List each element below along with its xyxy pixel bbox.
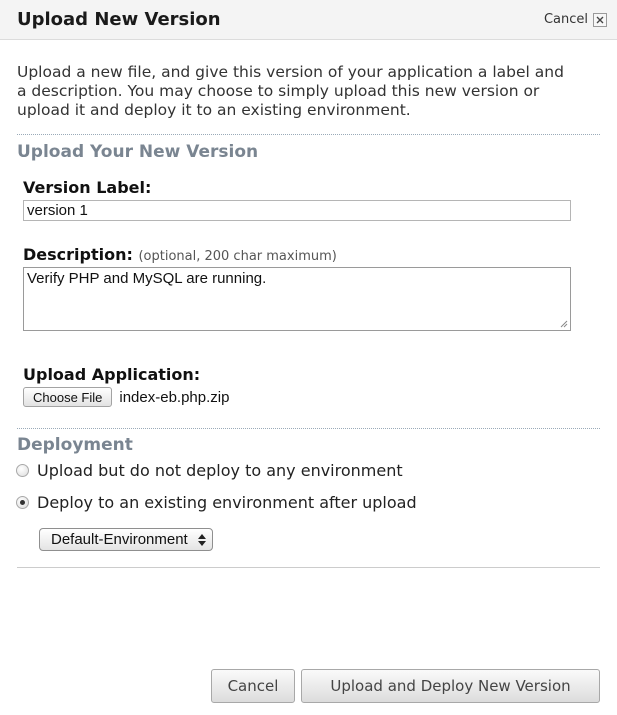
choose-file-button[interactable]: Choose File <box>23 387 113 407</box>
cancel-link-label: Cancel <box>543 12 588 27</box>
divider <box>17 428 600 429</box>
deployment-heading: Deployment <box>17 435 133 455</box>
cancel-link[interactable]: Cancel <box>544 12 607 27</box>
version-label-input[interactable]: version 1 <box>23 200 571 221</box>
dialog-title: Upload New Version <box>17 9 221 30</box>
radio-unselected-icon[interactable] <box>16 464 29 477</box>
description-textarea[interactable]: Verify PHP and MySQL are running. <box>23 267 571 331</box>
version-label-label: Version Label: <box>17 178 600 197</box>
upload-deploy-button[interactable]: Upload and Deploy New Version <box>301 669 600 703</box>
dialog-titlebar: Upload New Version Cancel <box>0 0 617 40</box>
environment-select-value: Default-Environment <box>51 531 188 548</box>
dialog-content: Upload a new file, and give this version… <box>0 63 617 568</box>
file-upload-row: Choose File index-eb.php.zip <box>23 387 600 407</box>
cancel-button[interactable]: Cancel <box>211 669 295 703</box>
radio-dot <box>20 500 25 505</box>
upload-section-heading: Upload Your New Version <box>17 142 259 162</box>
upload-application-label: Upload Application: <box>17 365 600 384</box>
description-label-text: Description: <box>23 245 133 264</box>
resize-grip-icon[interactable] <box>559 319 568 328</box>
radio-selected-icon[interactable] <box>16 496 29 509</box>
description-label: Description: (optional, 200 char maximum… <box>17 245 600 264</box>
divider <box>17 134 600 135</box>
radio-deploy-existing-label: Deploy to an existing environment after … <box>37 493 417 512</box>
intro-text: Upload a new file, and give this version… <box>17 63 564 119</box>
select-arrows-icon <box>197 533 206 546</box>
description-hint: (optional, 200 char maximum) <box>138 249 337 264</box>
description-value: Verify PHP and MySQL are running. <box>27 270 267 287</box>
environment-select[interactable]: Default-Environment <box>39 528 213 551</box>
upload-application-label-text: Upload Application: <box>23 365 201 384</box>
upload-version-dialog: Upload New Version Cancel Upload a new f… <box>0 0 617 715</box>
environment-select-wrap: Default-Environment <box>17 528 600 551</box>
version-label-text: Version Label: <box>23 178 152 197</box>
radio-upload-only-label: Upload but do not deploy to any environm… <box>37 461 403 480</box>
footer-divider <box>17 567 600 568</box>
close-icon[interactable] <box>593 12 607 27</box>
selected-file-name: index-eb.php.zip <box>119 388 230 406</box>
radio-deploy-existing[interactable]: Deploy to an existing environment after … <box>16 493 600 512</box>
radio-upload-only[interactable]: Upload but do not deploy to any environm… <box>16 461 600 480</box>
